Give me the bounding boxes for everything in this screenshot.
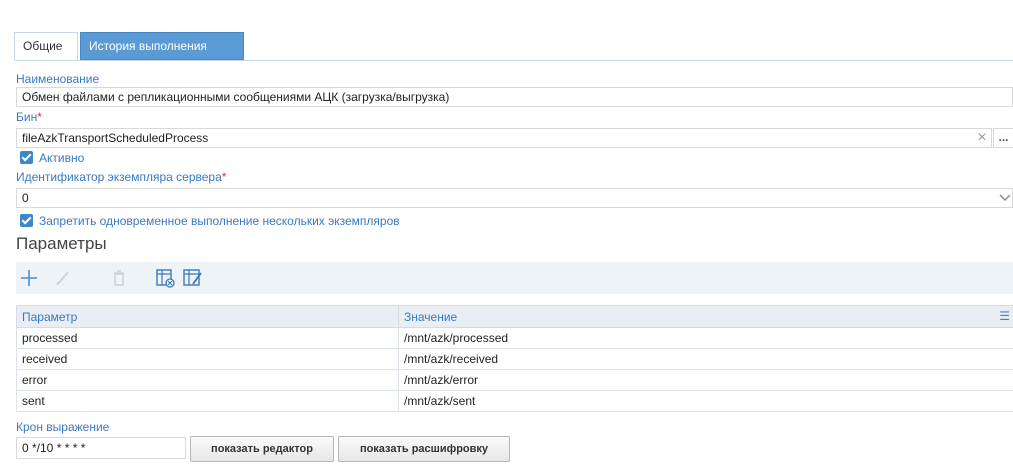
column-header-value-text: Значение [404,309,458,324]
bean-label: Бин* [16,110,42,124]
bean-label-text: Бин [16,110,38,124]
server-id-label: Идентификатор экземпляра сервера* [16,170,226,184]
active-label: Активно [39,151,85,165]
show-editor-button[interactable]: показать редактор [190,436,334,462]
table-edit-icon[interactable] [180,265,206,291]
required-marker: * [221,170,227,184]
required-marker: * [37,110,42,124]
column-header-value[interactable]: Значение ☰ [398,305,1013,328]
forbid-concurrent-label: Запретить одновременное выполнение неско… [39,214,400,228]
column-header-param[interactable]: Параметр [16,305,399,328]
forbid-concurrent-checkbox[interactable] [20,214,33,227]
bean-field[interactable]: fileAzkTransportScheduledProcess [16,128,992,148]
name-label: Наименование [16,72,100,86]
server-id-label-text: Идентификатор экземпляра сервера [16,170,222,184]
chevron-down-icon[interactable] [998,191,1012,205]
param-name-cell[interactable]: received [16,348,399,370]
forbid-concurrent-checkbox-row[interactable]: Запретить одновременное выполнение неско… [20,213,400,229]
tab-general[interactable]: Общие [14,32,78,60]
cron-input[interactable]: 0 */10 * * * * [16,437,186,459]
cron-label: Крон выражение [16,420,110,434]
params-title: Параметры [16,234,107,253]
param-value-cell[interactable]: /mnt/azk/processed [398,327,1013,349]
server-id-select[interactable]: 0 [16,188,1013,208]
column-menu-icon[interactable]: ☰ [999,309,1010,323]
table-row[interactable]: processed /mnt/azk/processed [16,327,1013,349]
active-checkbox-row[interactable]: Активно [20,150,84,166]
name-field[interactable]: Обмен файлами с репликационными сообщени… [16,87,1013,107]
param-value-cell[interactable]: /mnt/azk/error [398,369,1013,391]
params-toolbar [16,262,1013,294]
show-decoding-button[interactable]: показать расшифровку [338,436,510,462]
param-value-cell[interactable]: /mnt/azk/received [398,348,1013,370]
tab-bar: Общие История выполнения [14,32,1013,61]
active-checkbox[interactable] [20,151,33,164]
table-header-row: Параметр Значение ☰ [16,305,1013,328]
table-row[interactable]: error /mnt/azk/error [16,369,1013,391]
params-table: Параметр Значение ☰ processed /mnt/azk/p… [16,305,1013,412]
table-row[interactable]: sent /mnt/azk/sent [16,390,1013,412]
pencil-icon[interactable] [50,265,76,291]
table-delete-icon[interactable] [152,265,178,291]
trash-icon[interactable] [106,265,132,291]
tab-execution-history[interactable]: История выполнения [80,32,244,60]
param-name-cell[interactable]: sent [16,390,399,412]
param-name-cell[interactable]: processed [16,327,399,349]
clear-icon[interactable]: × [972,128,992,148]
table-row[interactable]: received /mnt/azk/received [16,348,1013,370]
lookup-button[interactable]: ... [993,128,1013,148]
param-value-cell[interactable]: /mnt/azk/sent [398,390,1013,412]
param-name-cell[interactable]: error [16,369,399,391]
plus-icon[interactable] [16,265,42,291]
